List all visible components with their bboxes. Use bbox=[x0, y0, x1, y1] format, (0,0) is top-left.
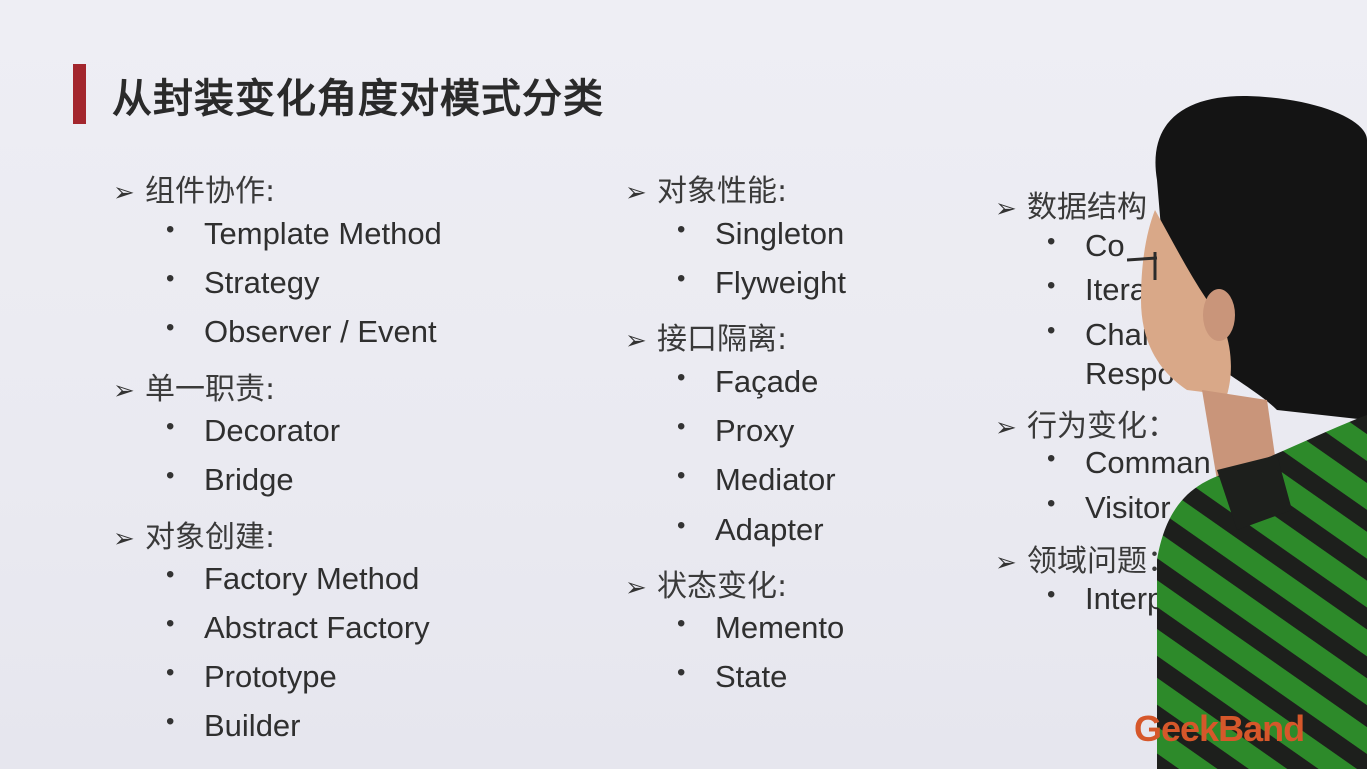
group-heading: ➢ 行为变化： bbox=[995, 409, 1177, 444]
bullet-icon: • bbox=[166, 610, 175, 637]
arrowhead-bullet-icon: ➢ bbox=[113, 376, 135, 406]
group-heading: ➢ 接口隔离: bbox=[625, 322, 788, 357]
list-item: • Strategy bbox=[166, 265, 320, 300]
list-item: • Chai bbox=[1047, 317, 1149, 352]
bullet-icon: • bbox=[166, 561, 175, 588]
arrowhead-bullet-icon: ➢ bbox=[995, 548, 1017, 578]
brand-logo: GeekBand bbox=[1134, 708, 1305, 749]
bullet-icon: • bbox=[1047, 445, 1056, 472]
arrowhead-bullet-icon: ➢ bbox=[113, 178, 135, 208]
bullet-icon: • bbox=[166, 413, 175, 440]
bullet-icon: • bbox=[1047, 490, 1056, 517]
bullet-icon: • bbox=[677, 364, 686, 391]
bullet-icon: • bbox=[677, 659, 686, 686]
list-item: • Template Method bbox=[166, 216, 442, 251]
list-item: • Singleton bbox=[677, 216, 845, 251]
list-item: • Flyweight bbox=[677, 265, 846, 300]
arrowhead-bullet-icon: ➢ bbox=[995, 194, 1017, 224]
bullet-icon: • bbox=[677, 512, 686, 539]
group-heading: ➢ 组件协作: bbox=[113, 174, 276, 209]
bullet-icon: • bbox=[166, 314, 175, 341]
bullet-icon: • bbox=[1047, 228, 1056, 255]
list-item: • Factory Method bbox=[166, 561, 420, 596]
group-heading: ➢ 状态变化: bbox=[625, 569, 788, 604]
list-item: • Proxy bbox=[677, 413, 795, 448]
list-item: • Itera bbox=[1047, 272, 1148, 307]
group-heading: ➢ 对象创建: bbox=[113, 520, 276, 555]
list-item: • Prototype bbox=[166, 659, 337, 694]
list-item: • Adapter bbox=[677, 512, 824, 547]
group-heading: ➢ 领域问题： bbox=[995, 544, 1177, 579]
list-item-continuation: Respo bbox=[1085, 356, 1175, 391]
bullet-icon: • bbox=[677, 265, 686, 292]
list-item: • Builder bbox=[166, 708, 301, 743]
bullet-icon: • bbox=[166, 708, 175, 735]
arrowhead-bullet-icon: ➢ bbox=[625, 326, 647, 356]
list-item: • Visitor bbox=[1047, 490, 1171, 525]
list-item: • Decorator bbox=[166, 413, 341, 448]
title-accent-bar bbox=[73, 64, 86, 124]
list-item: • Co bbox=[1047, 228, 1125, 263]
bullet-icon: • bbox=[677, 610, 686, 637]
bullet-icon: • bbox=[166, 216, 175, 243]
arrowhead-bullet-icon: ➢ bbox=[113, 524, 135, 554]
list-item: • Bridge bbox=[166, 462, 294, 497]
bullet-icon: • bbox=[677, 462, 686, 489]
group-heading: ➢ 对象性能: bbox=[625, 174, 788, 209]
group-heading: ➢ 数据结构 bbox=[995, 190, 1147, 225]
arrowhead-bullet-icon: ➢ bbox=[995, 413, 1017, 443]
list-item: • Mediator bbox=[677, 462, 836, 497]
list-item: • Abstract Factory bbox=[166, 610, 430, 645]
bullet-icon: • bbox=[677, 216, 686, 243]
list-item: • State bbox=[677, 659, 788, 694]
bullet-icon: • bbox=[166, 659, 175, 686]
list-item: • Memento bbox=[677, 610, 845, 645]
list-item: • Façade bbox=[677, 364, 819, 399]
bullet-icon: • bbox=[166, 265, 175, 292]
group-heading: ➢ 单一职责: bbox=[113, 372, 276, 407]
list-item: • Observer / Event bbox=[166, 314, 437, 349]
bullet-icon: • bbox=[1047, 317, 1056, 344]
bullet-icon: • bbox=[1047, 581, 1056, 608]
arrowhead-bullet-icon: ➢ bbox=[625, 573, 647, 603]
list-item: • Comman bbox=[1047, 445, 1211, 480]
bullet-icon: • bbox=[677, 413, 686, 440]
list-item: • Interp bbox=[1047, 581, 1165, 616]
bullet-icon: • bbox=[1047, 272, 1056, 299]
bullet-icon: • bbox=[166, 462, 175, 489]
arrowhead-bullet-icon: ➢ bbox=[625, 178, 647, 208]
slide-title: 从封装变化角度对模式分类 bbox=[112, 76, 604, 122]
